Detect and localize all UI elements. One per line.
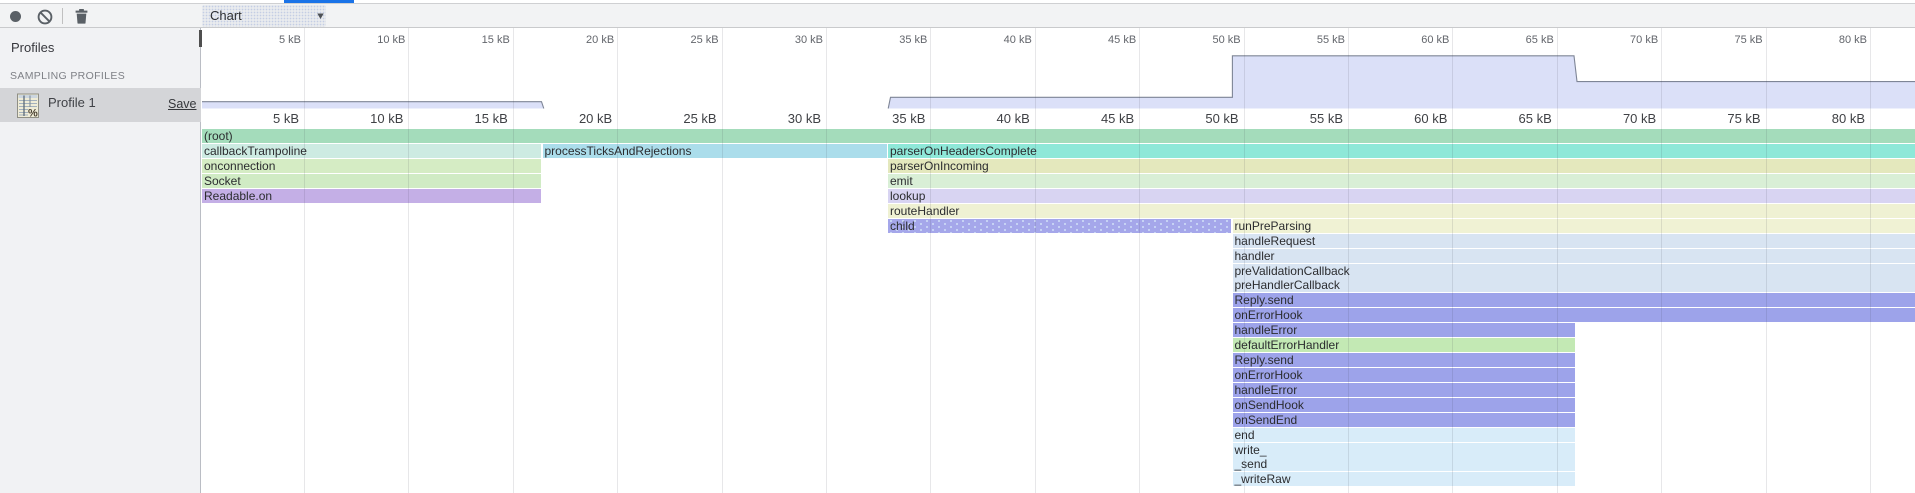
svg-text:%: % — [28, 108, 38, 120]
